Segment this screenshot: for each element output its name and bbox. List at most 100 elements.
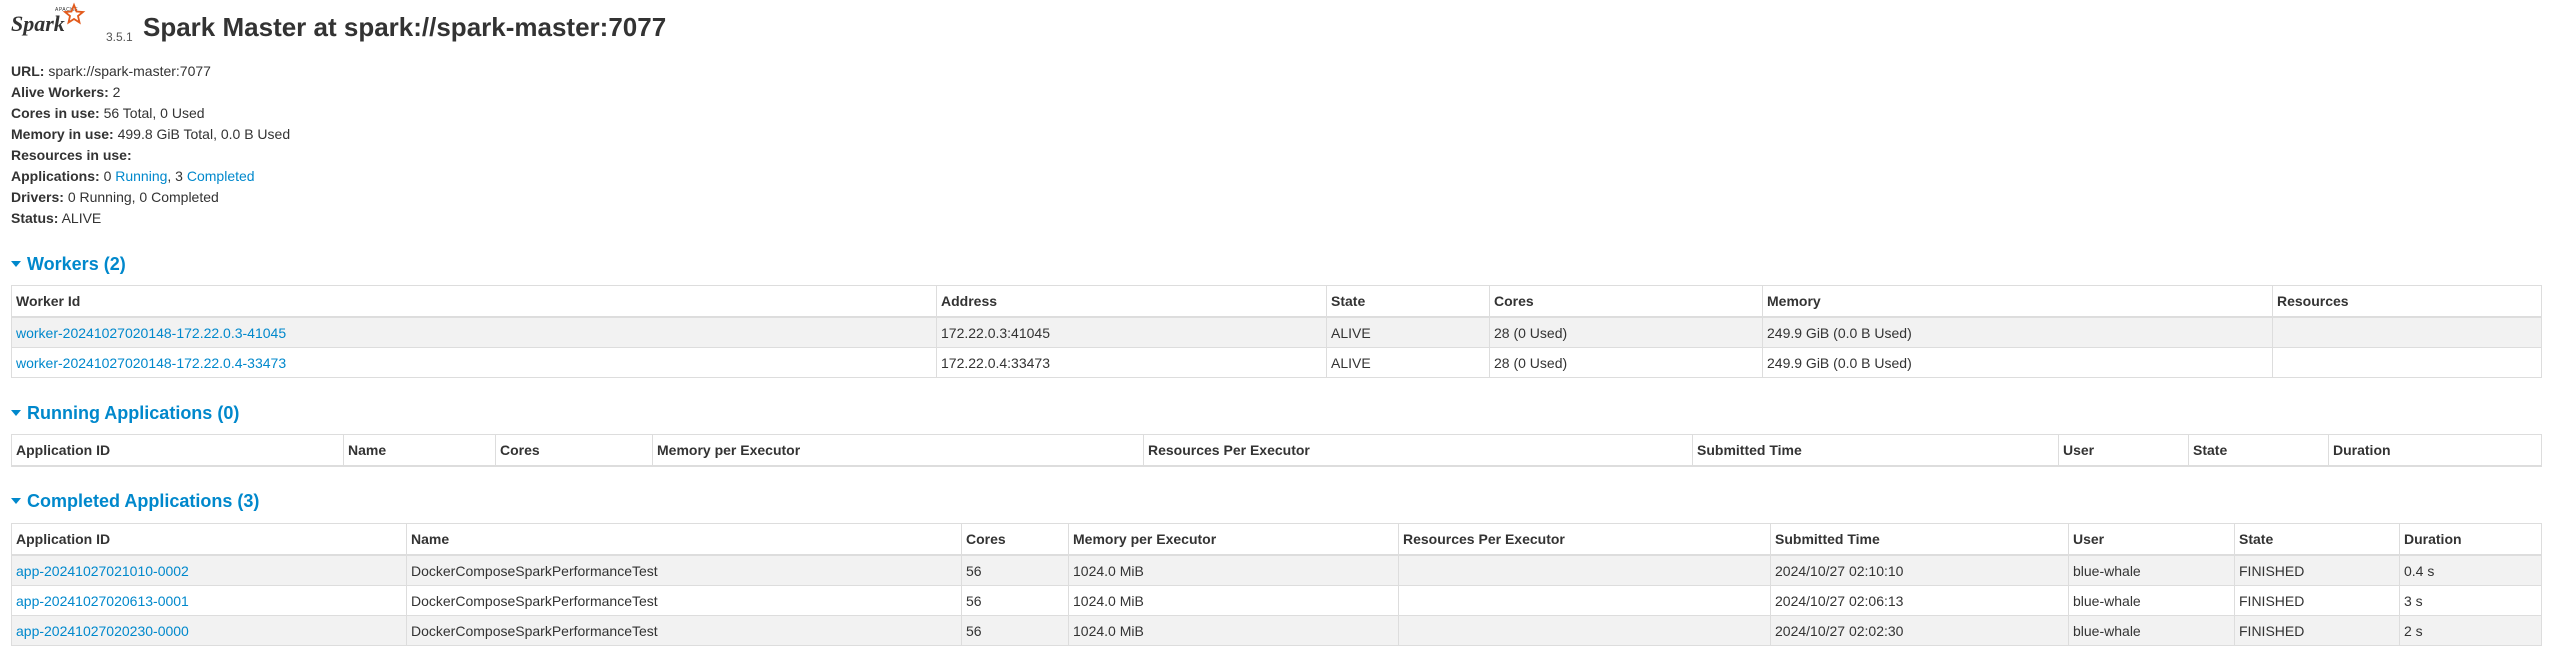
completed-apps-table-body: app-20241027021010-0002 DockerComposeSpa… — [11, 554, 2542, 646]
app-duration: 3 s — [2399, 585, 2542, 616]
column-header-resources[interactable]: Resources — [2272, 285, 2542, 318]
column-header-submitted-time[interactable]: Submitted Time — [1770, 523, 2069, 556]
worker-id-link[interactable]: worker-20241027020148-172.22.0.4-33473 — [16, 355, 286, 371]
app-id-link[interactable]: app-20241027020613-0001 — [16, 593, 189, 609]
spark-logo[interactable]: APACHE Spark — [11, 2, 91, 46]
app-memory-per-executor: 1024.0 MiB — [1068, 585, 1399, 616]
worker-resources — [2272, 316, 2542, 348]
summary-memory: Memory in use: 499.8 GiB Total, 0.0 B Us… — [11, 126, 291, 142]
app-id-link[interactable]: app-20241027021010-0002 — [16, 563, 189, 579]
app-name: DockerComposeSparkPerformanceTest — [406, 585, 962, 616]
table-row: app-20241027020613-0001 DockerComposeSpa… — [11, 585, 2542, 616]
column-header-application-id[interactable]: Application ID — [11, 434, 344, 467]
worker-memory: 249.9 GiB (0.0 B Used) — [1762, 347, 2273, 378]
app-cores: 56 — [961, 585, 1069, 616]
running-apps-section-toggle[interactable]: Running Applications (0) — [11, 401, 239, 425]
app-resources-per-executor — [1398, 585, 1771, 616]
column-header-state[interactable]: State — [2234, 523, 2400, 556]
app-state: FINISHED — [2234, 585, 2400, 616]
spark-logo-icon: APACHE Spark — [11, 2, 86, 36]
column-header-duration[interactable]: Duration — [2399, 523, 2542, 556]
table-row: worker-20241027020148-172.22.0.3-41045 1… — [11, 316, 2542, 348]
table-row: worker-20241027020148-172.22.0.4-33473 1… — [11, 347, 2542, 378]
column-header-name[interactable]: Name — [406, 523, 962, 556]
summary-status: Status: ALIVE — [11, 210, 102, 226]
column-header-duration[interactable]: Duration — [2328, 434, 2542, 467]
version-label: 3.5.1 — [106, 30, 133, 44]
summary-drivers: Drivers: 0 Running, 0 Completed — [11, 189, 219, 205]
worker-state: ALIVE — [1326, 347, 1490, 378]
worker-cores: 28 (0 Used) — [1489, 316, 1763, 348]
app-duration: 0.4 s — [2399, 554, 2542, 586]
running-apps-table-header: Application ID Name Cores Memory per Exe… — [11, 434, 2542, 467]
worker-id-link[interactable]: worker-20241027020148-172.22.0.3-41045 — [16, 325, 286, 341]
workers-table-header: Worker Id Address State Cores Memory Res… — [11, 285, 2542, 318]
app-id-link[interactable]: app-20241027020230-0000 — [16, 623, 189, 639]
app-submitted-time: 2024/10/27 02:06:13 — [1770, 585, 2069, 616]
page-header: APACHE Spark 3.5.1 Spark Master at spark… — [11, 2, 1211, 46]
app-submitted-time: 2024/10/27 02:02:30 — [1770, 615, 2069, 646]
app-name: DockerComposeSparkPerformanceTest — [406, 554, 962, 586]
collapse-caret-icon — [11, 497, 21, 504]
app-resources-per-executor — [1398, 554, 1771, 586]
svg-text:Spark: Spark — [11, 11, 65, 36]
column-header-cores[interactable]: Cores — [961, 523, 1069, 556]
summary-cores: Cores in use: 56 Total, 0 Used — [11, 105, 205, 121]
workers-section-toggle[interactable]: Workers (2) — [11, 252, 126, 276]
column-header-cores[interactable]: Cores — [1489, 285, 1763, 318]
column-header-application-id[interactable]: Application ID — [11, 523, 407, 556]
column-header-memory-per-executor[interactable]: Memory per Executor — [1068, 523, 1399, 556]
worker-address: 172.22.0.4:33473 — [936, 347, 1327, 378]
worker-address: 172.22.0.3:41045 — [936, 316, 1327, 348]
app-state: FINISHED — [2234, 554, 2400, 586]
spark-master-page: APACHE Spark 3.5.1 Spark Master at spark… — [0, 0, 2550, 654]
running-apps-table: Application ID Name Cores Memory per Exe… — [11, 434, 2542, 467]
column-header-memory-per-executor[interactable]: Memory per Executor — [652, 434, 1144, 467]
column-header-user[interactable]: User — [2068, 523, 2235, 556]
app-memory-per-executor: 1024.0 MiB — [1068, 554, 1399, 586]
app-name: DockerComposeSparkPerformanceTest — [406, 615, 962, 646]
completed-apps-table-header: Application ID Name Cores Memory per Exe… — [11, 523, 2542, 556]
app-submitted-time: 2024/10/27 02:10:10 — [1770, 554, 2069, 586]
column-header-submitted-time[interactable]: Submitted Time — [1692, 434, 2059, 467]
summary-resources: Resources in use: — [11, 147, 132, 163]
app-memory-per-executor: 1024.0 MiB — [1068, 615, 1399, 646]
app-cores: 56 — [961, 615, 1069, 646]
app-state: FINISHED — [2234, 615, 2400, 646]
page-title: Spark Master at spark://spark-master:707… — [143, 12, 667, 42]
column-header-resources-per-executor[interactable]: Resources Per Executor — [1398, 523, 1771, 556]
column-header-state[interactable]: State — [1326, 285, 1490, 318]
app-cores: 56 — [961, 554, 1069, 586]
table-row: app-20241027021010-0002 DockerComposeSpa… — [11, 554, 2542, 586]
column-header-memory[interactable]: Memory — [1762, 285, 2273, 318]
app-user: blue-whale — [2068, 554, 2235, 586]
completed-apps-link[interactable]: Completed — [187, 168, 255, 184]
completed-apps-section-toggle[interactable]: Completed Applications (3) — [11, 489, 259, 513]
collapse-caret-icon — [11, 409, 21, 416]
table-row: app-20241027020230-0000 DockerComposeSpa… — [11, 615, 2542, 646]
app-resources-per-executor — [1398, 615, 1771, 646]
worker-state: ALIVE — [1326, 316, 1490, 348]
completed-apps-table: Application ID Name Cores Memory per Exe… — [11, 523, 2542, 646]
summary-applications: Applications: 0 Running, 3 Completed — [11, 168, 255, 184]
worker-resources — [2272, 347, 2542, 378]
column-header-worker-id[interactable]: Worker Id — [11, 285, 937, 318]
worker-memory: 249.9 GiB (0.0 B Used) — [1762, 316, 2273, 348]
app-user: blue-whale — [2068, 585, 2235, 616]
column-header-resources-per-executor[interactable]: Resources Per Executor — [1143, 434, 1693, 467]
column-header-user[interactable]: User — [2058, 434, 2189, 467]
column-header-cores[interactable]: Cores — [495, 434, 653, 467]
summary-url: URL: spark://spark-master:7077 — [11, 63, 211, 79]
worker-cores: 28 (0 Used) — [1489, 347, 1763, 378]
app-user: blue-whale — [2068, 615, 2235, 646]
master-summary-list: URL: spark://spark-master:7077 Alive Wor… — [11, 61, 290, 229]
running-apps-link[interactable]: Running — [115, 168, 167, 184]
column-header-name[interactable]: Name — [343, 434, 496, 467]
collapse-caret-icon — [11, 260, 21, 267]
app-duration: 2 s — [2399, 615, 2542, 646]
column-header-address[interactable]: Address — [936, 285, 1327, 318]
workers-table-body: worker-20241027020148-172.22.0.3-41045 1… — [11, 316, 2542, 378]
workers-table: Worker Id Address State Cores Memory Res… — [11, 285, 2542, 378]
summary-alive-workers: Alive Workers: 2 — [11, 84, 121, 100]
column-header-state[interactable]: State — [2188, 434, 2329, 467]
